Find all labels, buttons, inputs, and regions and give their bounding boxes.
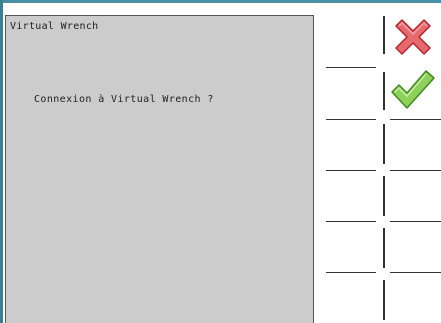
softkey-divider: [390, 119, 441, 120]
softkey-empty[interactable]: [388, 275, 438, 321]
dialog-message: Connexion à Virtual Wrench ?: [34, 94, 214, 105]
cancel-button[interactable]: [388, 14, 438, 64]
softkey-divider: [326, 170, 376, 171]
window-frame-top: [0, 0, 441, 3]
dialog-title: Virtual Wrench: [10, 21, 99, 32]
softkey-divider: [383, 280, 385, 320]
softkey-divider: [383, 72, 385, 110]
softkey-divider: [390, 221, 441, 222]
connection-dialog: Virtual Wrench Connexion à Virtual Wrenc…: [5, 15, 314, 323]
softkey-divider: [383, 228, 385, 268]
softkey-empty[interactable]: [388, 224, 438, 270]
softkey-empty[interactable]: [388, 122, 438, 168]
close-icon: [395, 19, 431, 55]
softkey-divider: [383, 176, 385, 216]
softkey-divider: [326, 67, 376, 68]
softkey-empty[interactable]: [388, 173, 438, 219]
softkey-divider: [326, 221, 376, 222]
softkey-divider: [326, 272, 376, 273]
check-icon: [391, 70, 435, 109]
softkey-divider: [326, 119, 376, 120]
confirm-button[interactable]: [388, 66, 438, 116]
softkey-divider: [383, 124, 385, 164]
softkey-divider: [383, 16, 385, 54]
softkey-divider: [390, 170, 441, 171]
window-frame-left: [0, 0, 3, 323]
softkey-divider: [390, 272, 441, 273]
